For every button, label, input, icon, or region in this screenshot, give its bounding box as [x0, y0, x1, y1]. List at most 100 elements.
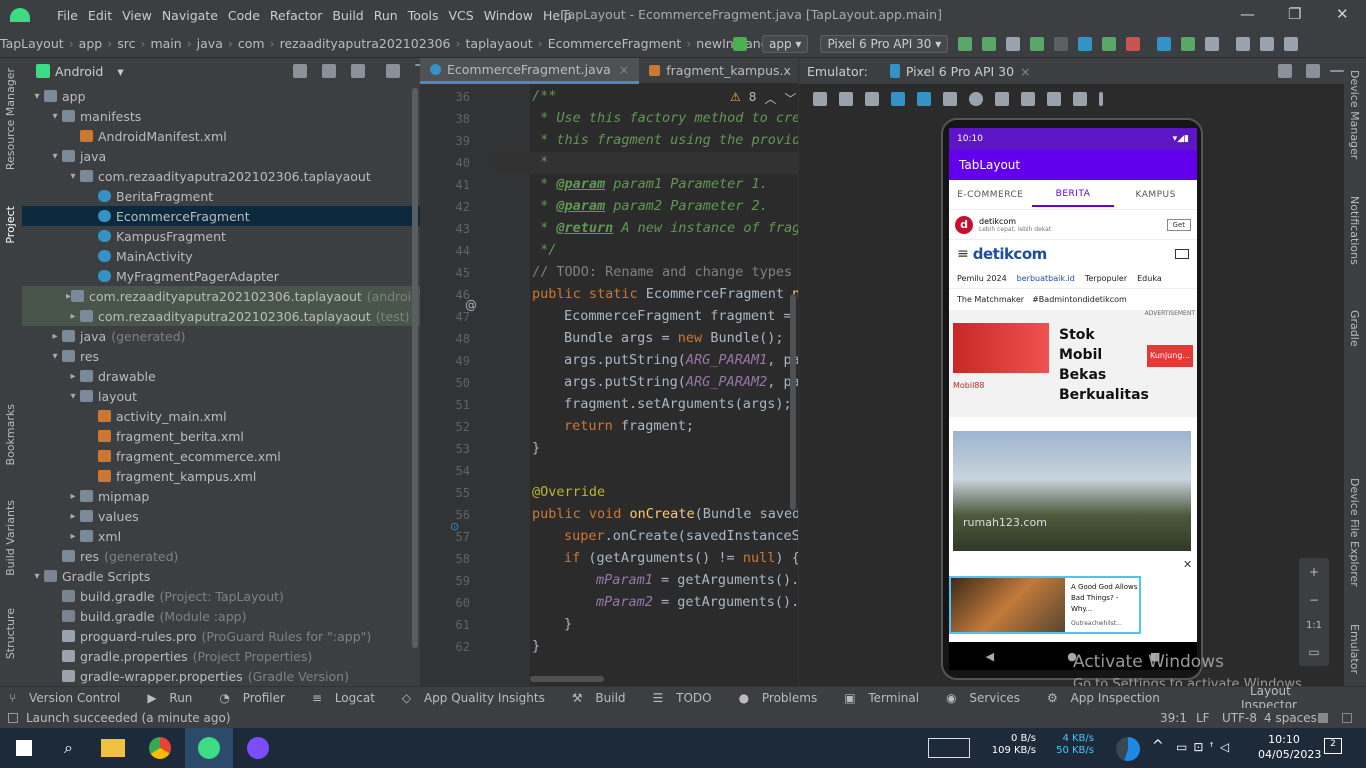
- code-line[interactable]: /**: [532, 88, 556, 104]
- app-inspection-tab[interactable]: ⚙ App Inspection: [1047, 691, 1169, 705]
- record-icon[interactable]: [1047, 92, 1061, 106]
- caret-position[interactable]: 39:1: [1160, 711, 1187, 725]
- volume-up-icon[interactable]: [839, 92, 853, 106]
- code-line[interactable]: * @param param1 Parameter 1.: [532, 176, 768, 192]
- tree-item[interactable]: ▸ mipmap: [22, 486, 420, 506]
- code-line[interactable]: @Override: [532, 484, 605, 500]
- chevron-icon[interactable]: ▸: [66, 491, 80, 502]
- snapshot-icon[interactable]: [1073, 92, 1087, 106]
- build-variants-tab[interactable]: Build Variants: [4, 500, 17, 576]
- breadcrumb-item[interactable]: taplayaout: [466, 36, 533, 51]
- chevron-down-icon[interactable]: ﹀: [784, 90, 796, 107]
- zoom-out-icon[interactable]: −: [1309, 593, 1319, 607]
- stop-icon[interactable]: [1126, 37, 1141, 51]
- menu-item-view[interactable]: View: [122, 8, 152, 23]
- expand-all-icon[interactable]: [322, 64, 336, 78]
- structure-tab[interactable]: Structure: [4, 608, 17, 659]
- device-manager-tab[interactable]: Device Manager: [1348, 70, 1361, 159]
- tree-item[interactable]: ▾ layout: [22, 386, 420, 406]
- get-button[interactable]: Get: [1166, 218, 1191, 231]
- tree-item[interactable]: fragment_kampus.xml: [22, 466, 420, 486]
- chevron-icon[interactable]: ▸: [66, 531, 80, 542]
- more-icon[interactable]: [1099, 92, 1103, 106]
- code-line[interactable]: args.putString(ARG_PARAM1, par: [564, 352, 808, 368]
- rerun-icon[interactable]: [982, 37, 997, 51]
- tag-link[interactable]: #Badmintondidetikcom: [1032, 295, 1127, 304]
- code-line[interactable]: EcommerceFragment fragment =: [564, 308, 800, 324]
- breadcrumb-item[interactable]: java: [197, 36, 223, 51]
- logcat-tab[interactable]: ≡ Logcat: [312, 691, 384, 705]
- code-line[interactable]: if (getArguments() != null) {: [564, 550, 800, 566]
- tree-item[interactable]: ▸ java (generated): [22, 326, 420, 346]
- tree-item[interactable]: ▾ com.rezaadityaputra202102306.taplayaout: [22, 166, 420, 186]
- scrollbar[interactable]: [412, 88, 418, 648]
- tree-item[interactable]: ▾ app: [22, 86, 420, 106]
- restore-button[interactable]: ❐: [1288, 5, 1301, 23]
- code-line[interactable]: }: [564, 616, 572, 632]
- breadcrumb-item[interactable]: app: [79, 36, 103, 51]
- android-studio-taskbar-button[interactable]: [184, 728, 233, 768]
- home-icon[interactable]: [969, 92, 983, 106]
- user-icon[interactable]: [1284, 37, 1299, 51]
- sdk-manager-icon[interactable]: [1205, 37, 1220, 51]
- line-separator[interactable]: LF: [1196, 711, 1210, 725]
- tree-item[interactable]: ▸ drawable: [22, 366, 420, 386]
- chevron-icon[interactable]: ▾: [30, 91, 44, 102]
- tree-item[interactable]: MainActivity: [22, 246, 420, 266]
- tree-item[interactable]: ▾ java: [22, 146, 420, 166]
- close-icon[interactable]: ×: [1020, 64, 1030, 79]
- menu-item-code[interactable]: Code: [228, 8, 260, 23]
- chevron-icon[interactable]: ▾: [48, 111, 62, 122]
- device-select[interactable]: Pixel 6 Pro API 30 ▾: [820, 35, 949, 53]
- code-line[interactable]: public static EcommerceFragment ne: [532, 286, 808, 302]
- site-nav-link[interactable]: Pemilu 2024: [957, 274, 1007, 283]
- tree-item[interactable]: proguard-rules.pro (ProGuard Rules for ":…: [22, 626, 420, 646]
- notifications-tab[interactable]: Notifications: [1348, 196, 1361, 265]
- horizontal-scrollbar[interactable]: [530, 676, 604, 682]
- menu-item-file[interactable]: File: [57, 8, 78, 23]
- menu-item-run[interactable]: Run: [374, 8, 398, 23]
- hide-icon[interactable]: [1330, 70, 1344, 72]
- chevron-icon[interactable]: ▾: [66, 391, 80, 402]
- tree-item[interactable]: ▸ values: [22, 506, 420, 526]
- overview-icon[interactable]: [995, 92, 1009, 106]
- indent-setting[interactable]: 4 spaces: [1264, 711, 1317, 725]
- rotate-right-icon[interactable]: [917, 92, 931, 106]
- tree-item[interactable]: BeritaFragment: [22, 186, 420, 206]
- code-line[interactable]: * @param param2 Parameter 2.: [532, 198, 768, 214]
- ad-cta-button[interactable]: Kunjung...: [1147, 345, 1193, 367]
- tree-item[interactable]: activity_main.xml: [22, 406, 420, 426]
- code-line[interactable]: Bundle args = new Bundle();: [564, 330, 783, 346]
- hamburger-icon[interactable]: ≡: [957, 246, 969, 262]
- hammer-icon[interactable]: [733, 37, 747, 51]
- tree-item[interactable]: ▸ com.rezaadityaputra202102306.taplayaout…: [22, 286, 449, 306]
- tag-link[interactable]: The Matchmaker: [957, 295, 1024, 304]
- tab-berita[interactable]: BERITA: [1031, 189, 1115, 207]
- breadcrumb-item[interactable]: EcommerceFragment: [548, 36, 682, 51]
- gear-icon[interactable]: [386, 64, 400, 78]
- breadcrumb-item[interactable]: rezaadityaputra202102306: [280, 36, 451, 51]
- chevron-icon[interactable]: ▾: [66, 171, 80, 182]
- site-nav-link[interactable]: berbuatbaik.id: [1017, 274, 1075, 283]
- site-nav-link[interactable]: Eduka: [1137, 274, 1162, 283]
- code-line[interactable]: * @return A new instance of frag: [532, 220, 800, 236]
- tree-item[interactable]: ▾ Gradle Scripts: [22, 566, 420, 586]
- code-line[interactable]: }: [532, 440, 540, 456]
- tab-fragment-kampus[interactable]: fragment_kampus.x: [639, 58, 801, 84]
- chevron-icon[interactable]: ▾: [30, 571, 44, 582]
- bug-run-icon[interactable]: [1102, 37, 1117, 51]
- tree-item[interactable]: ▾ manifests: [22, 106, 420, 126]
- menu-item-edit[interactable]: Edit: [88, 8, 112, 23]
- debug-icon[interactable]: [1030, 37, 1045, 51]
- tab-ecommerce[interactable]: E-COMMERCE: [949, 190, 1032, 200]
- breadcrumb-item[interactable]: src: [117, 36, 135, 51]
- tree-item[interactable]: gradle.properties (Project Properties): [22, 646, 420, 666]
- clock[interactable]: 10:10 04/05/2023: [1258, 732, 1321, 762]
- windows-start-icon[interactable]: [16, 740, 32, 756]
- phone-screen[interactable]: 10:10 ▾◢▮ TabLayout E-COMMERCE BERITA KA…: [949, 128, 1197, 642]
- vertical-scrollbar[interactable]: [790, 294, 796, 510]
- tree-item[interactable]: MyFragmentPagerAdapter: [22, 266, 420, 286]
- article-photo[interactable]: rumah123.com: [953, 431, 1191, 551]
- code-line[interactable]: mParam1 = getArguments().g: [596, 572, 807, 588]
- build-tab[interactable]: ⚒ Build: [572, 691, 635, 705]
